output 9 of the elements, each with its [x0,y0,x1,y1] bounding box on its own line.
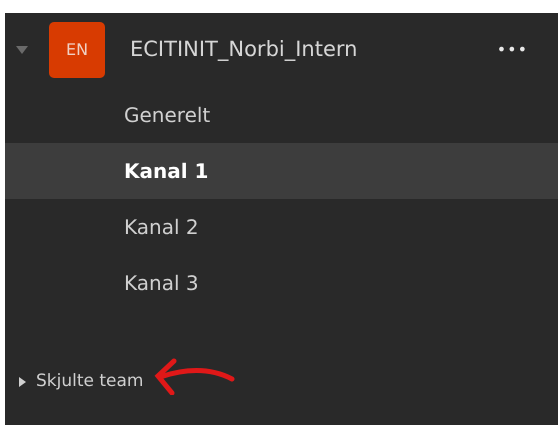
channel-item[interactable]: Kanal 3 [5,255,558,311]
more-options-button[interactable]: ••• [496,38,528,62]
caret-icon[interactable] [18,377,26,387]
channel-item[interactable]: Kanal 1 [5,143,558,199]
team-avatar: EN [49,22,105,78]
hidden-teams-label[interactable]: Skjulte team [36,369,144,395]
team-name[interactable]: ECITINIT_Norbi_Intern [130,34,358,66]
channel-item[interactable]: Generelt [5,87,558,143]
channel-item[interactable]: Kanal 2 [5,199,558,255]
